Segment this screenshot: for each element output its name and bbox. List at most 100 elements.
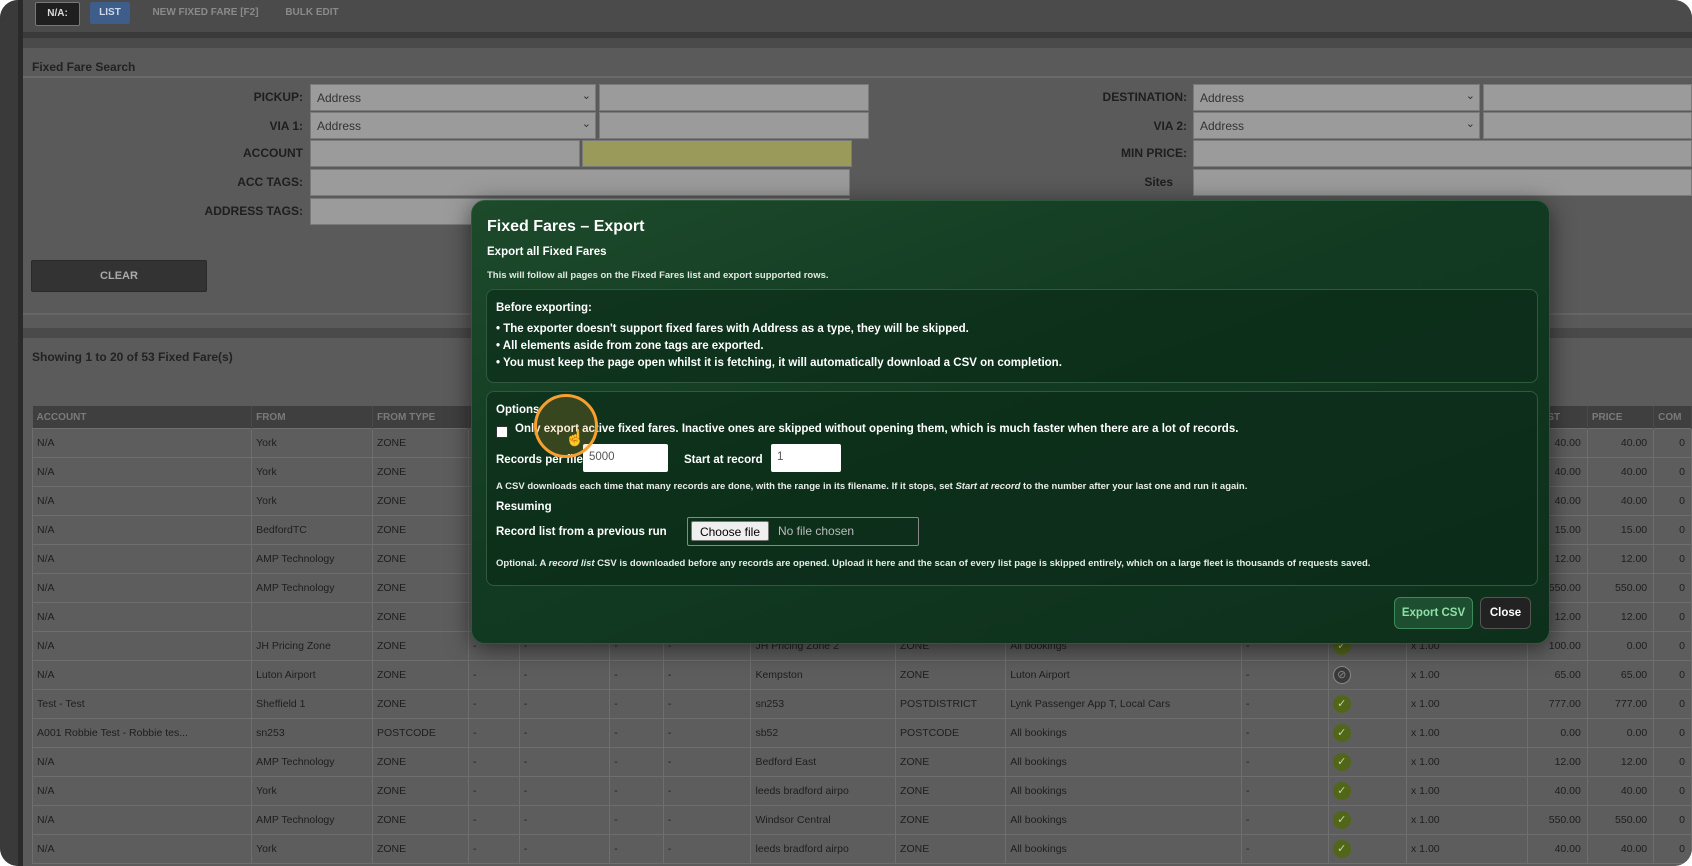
list-tab[interactable]: LIST: [90, 2, 130, 24]
table-row[interactable]: Test - Test Sheffield 1 ZONE - - - - sn253 POSTD…: [31, 689, 1692, 719]
table-cell: York: [251, 834, 373, 864]
table-cell: Kempston: [750, 660, 897, 690]
account-name-input[interactable]: [582, 140, 852, 167]
table-cell: 40.00: [1527, 834, 1588, 864]
table-row[interactable]: N/A York ZONE - - - - leeds bradford airpo ZONE A…: [31, 834, 1692, 864]
resuming-heading: Resuming: [496, 501, 552, 513]
via2-type-select[interactable]: Address ⌄: [1193, 112, 1480, 139]
table-cell: 0.00: [1586, 631, 1655, 661]
table-row[interactable]: N/A AMP Technology ZONE - - - - Windsor Central…: [31, 805, 1692, 835]
table-cell: N/A: [31, 428, 253, 458]
table-row[interactable]: N/A AMP Technology ZONE - - - - Bedford East ZON…: [31, 747, 1692, 777]
column-header[interactable]: ACCOUNT: [32, 406, 253, 429]
column-header[interactable]: FROM: [251, 406, 373, 429]
table-cell: ZONE: [371, 515, 469, 545]
table-cell: AMP Technology: [251, 805, 373, 835]
column-header[interactable]: COM: [1653, 406, 1692, 429]
export-csv-button[interactable]: Export CSV: [1394, 597, 1473, 629]
table-cell: All bookings: [1005, 776, 1243, 806]
table-cell: ZONE: [895, 805, 1007, 835]
table-cell: ZONE: [895, 834, 1007, 864]
csv-note: A CSV downloads each time that many reco…: [496, 481, 1248, 492]
table-cell: 40.00: [1586, 776, 1655, 806]
column-header[interactable]: PRICE: [1587, 406, 1655, 429]
via1-type-select[interactable]: Address ⌄: [310, 112, 596, 139]
active-status-cell: ✓: [1327, 834, 1408, 864]
table-cell: x 1.00: [1406, 805, 1529, 835]
table-cell: leeds bradford airpo: [750, 834, 897, 864]
clear-button[interactable]: CLEAR: [31, 260, 207, 292]
account-input[interactable]: [310, 140, 580, 167]
acc-tags-input[interactable]: [310, 169, 850, 196]
table-row[interactable]: A001 Robbie Test - Robbie tes... sn253 POS…: [31, 718, 1692, 748]
table-row[interactable]: N/A Luton Airport ZONE - - - - Kempston ZONE Luto…: [31, 660, 1692, 690]
table-cell: -: [518, 660, 611, 690]
via2-label: VIA 2:: [1153, 119, 1187, 133]
table-cell: -: [467, 834, 520, 864]
via2-value-input[interactable]: [1483, 112, 1692, 139]
destination-label: DESTINATION:: [1102, 90, 1187, 104]
table-cell: -: [467, 747, 520, 777]
table-cell: N/A: [31, 602, 253, 632]
table-cell: POSTCODE: [895, 718, 1007, 748]
table-cell: ZONE: [371, 631, 469, 661]
close-button[interactable]: Close: [1480, 597, 1531, 629]
table-cell: 0: [1653, 486, 1692, 516]
dialog-subtitle: Export all Fixed Fares: [487, 246, 607, 258]
table-cell: 0: [1653, 515, 1692, 545]
only-active-label[interactable]: Only export active fixed fares. Inactive…: [515, 423, 1238, 435]
choose-file-button[interactable]: Choose file: [691, 521, 769, 541]
table-cell: ZONE: [371, 747, 469, 777]
table-cell: N/A: [31, 457, 253, 487]
options-box: Options Only export active fixed fares. …: [486, 391, 1538, 586]
only-active-checkbox[interactable]: [496, 426, 508, 438]
table-cell: AMP Technology: [251, 747, 373, 777]
table-cell: ZONE: [371, 689, 469, 719]
table-cell: A001 Robbie Test - Robbie tes...: [31, 718, 253, 748]
table-cell: 0: [1653, 631, 1692, 661]
table-cell: sn253: [251, 718, 373, 748]
destination-type-select[interactable]: Address ⌄: [1193, 84, 1480, 111]
min-price-input[interactable]: [1193, 140, 1692, 167]
table-cell: 40.00: [1527, 776, 1588, 806]
table-cell: All bookings: [1005, 747, 1243, 777]
table-cell: 0: [1653, 602, 1692, 632]
table-cell: N/A: [31, 660, 253, 690]
record-list-label: Record list from a previous run: [496, 526, 667, 538]
table-cell: -: [662, 834, 752, 864]
pickup-value-input[interactable]: [599, 84, 869, 111]
pickup-label: PICKUP:: [253, 90, 303, 104]
start-at-record-input[interactable]: 1: [771, 444, 841, 472]
active-status-cell: ✓: [1327, 776, 1408, 806]
table-cell: -: [1241, 805, 1329, 835]
bulk-edit-button[interactable]: BULK EDIT: [277, 2, 347, 24]
table-cell: Sheffield 1: [251, 689, 373, 719]
table-cell: -: [518, 718, 611, 748]
pickup-type-select[interactable]: Address ⌄: [310, 84, 596, 111]
table-cell: -: [518, 805, 611, 835]
table-cell: [251, 602, 373, 632]
note-item: • You must keep the page open whilst it …: [496, 357, 1062, 369]
records-per-file-input[interactable]: 5000: [583, 444, 668, 472]
active-status-cell: ✓: [1327, 689, 1408, 719]
table-cell: N/A: [31, 573, 253, 603]
table-cell: 0: [1653, 718, 1692, 748]
table-cell: JH Pricing Zone: [251, 631, 373, 661]
via1-value-input[interactable]: [599, 112, 869, 139]
na-filter-button[interactable]: N/A:: [35, 2, 80, 26]
new-fixed-fare-button[interactable]: NEW FIXED FARE [F2]: [143, 2, 268, 24]
sites-input[interactable]: [1193, 169, 1692, 196]
table-cell: 550.00: [1527, 805, 1588, 835]
table-cell: All bookings: [1005, 718, 1243, 748]
column-header[interactable]: FROM TYPE: [372, 406, 469, 429]
record-list-file-input[interactable]: Choose file No file chosen: [687, 517, 919, 546]
table-cell: sb52: [750, 718, 897, 748]
table-cell: 0: [1653, 428, 1692, 458]
destination-value-input[interactable]: [1483, 84, 1692, 111]
table-cell: N/A: [31, 747, 253, 777]
table-cell: ZONE: [371, 602, 469, 632]
table-row[interactable]: N/A York ZONE - - - - leeds bradford airpo ZONE A…: [31, 776, 1692, 806]
table-cell: 0: [1653, 747, 1692, 777]
table-cell: BedfordTC: [251, 515, 373, 545]
table-cell: Luton Airport: [251, 660, 373, 690]
